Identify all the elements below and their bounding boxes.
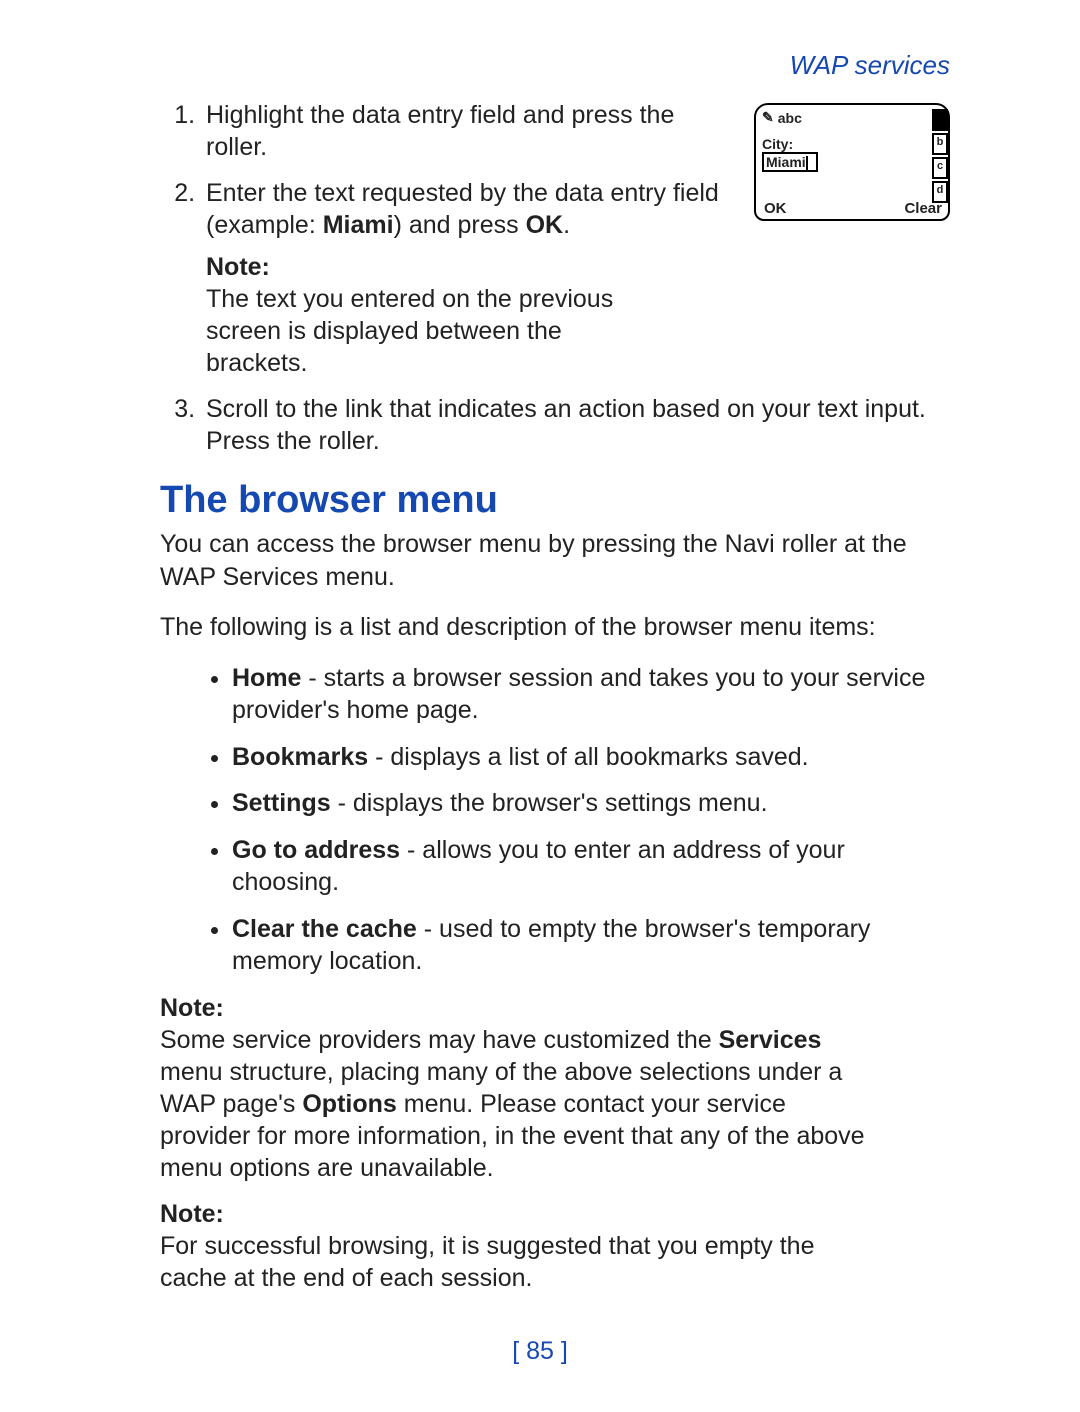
softkey-left: OK — [764, 200, 787, 217]
page-number: [ 85 ] — [0, 1337, 1080, 1366]
note-label: Note: — [206, 251, 276, 283]
note-label: Note: — [160, 1198, 230, 1230]
step-2-note: Note: The text you entered on the previo… — [206, 251, 736, 379]
menu-item-desc: - displays a list of all bookmarks saved… — [368, 743, 808, 771]
ordered-steps-continued: Scroll to the link that indicates an act… — [160, 393, 950, 457]
steps-column: Highlight the data entry field and press… — [160, 99, 736, 393]
menu-item-label: Home — [232, 664, 301, 692]
note-body: Some service providers may have customiz… — [160, 1024, 874, 1184]
menu-item-desc: - starts a browser session and takes you… — [232, 664, 925, 725]
input-mode-indicator: abc — [778, 110, 802, 126]
note-label: Note: — [160, 992, 230, 1024]
step-2-post: . — [563, 211, 570, 239]
menu-items-list: Home - starts a browser session and take… — [160, 662, 950, 978]
scroll-letter: d — [932, 181, 948, 203]
document-page: WAP services Highlight the data entry fi… — [0, 0, 1080, 1412]
menu-item-label: Bookmarks — [232, 743, 368, 771]
note2-pre: Some service providers may have customiz… — [160, 1026, 719, 1054]
pencil-icon: ✎ — [762, 109, 774, 126]
note-empty-cache: Note: For successful browsing, it is sug… — [160, 1198, 950, 1294]
phone-field-label: City: — [762, 136, 944, 152]
menu-item-label: Clear the cache — [232, 915, 417, 943]
phone-input-row: Miami — [762, 152, 944, 172]
phone-input-value: Miami — [766, 154, 806, 170]
phone-status-bar: ✎ abc — [762, 109, 944, 128]
text-cursor — [806, 156, 808, 170]
menu-item-label: Settings — [232, 789, 331, 817]
note2-bold-services: Services — [719, 1026, 822, 1054]
section-intro-1: You can access the browser menu by press… — [160, 528, 950, 593]
phone-text-input: Miami — [762, 152, 818, 172]
scroll-arrow-up-icon — [932, 109, 948, 131]
menu-item-desc: - displays the browser's settings menu. — [331, 789, 768, 817]
menu-item-go-to-address: Go to address - allows you to enter an a… — [232, 834, 950, 899]
menu-item-label: Go to address — [232, 836, 400, 864]
ordered-steps: Highlight the data entry field and press… — [160, 99, 736, 379]
section-intro-2: The following is a list and description … — [160, 611, 950, 644]
note-body: The text you entered on the previous scr… — [206, 283, 660, 379]
scroll-letter: b — [932, 133, 948, 155]
steps-and-figure-row: Highlight the data entry field and press… — [160, 99, 950, 393]
phone-scrollbar: b c d — [932, 109, 946, 203]
step-2-ok-bold: OK — [526, 211, 564, 239]
menu-item-home: Home - starts a browser session and take… — [232, 662, 950, 727]
step-2-example-bold: Miami — [323, 211, 394, 239]
section-title: The browser menu — [160, 479, 950, 522]
phone-frame: ✎ abc City: Miami b c d OK — [754, 103, 950, 221]
note-body: For successful browsing, it is suggested… — [160, 1230, 874, 1294]
phone-softkeys: OK Clear — [762, 198, 944, 219]
menu-item-settings: Settings - displays the browser's settin… — [232, 787, 950, 820]
step-3: Scroll to the link that indicates an act… — [202, 393, 950, 457]
step-2-mid: ) and press — [394, 211, 526, 239]
scroll-letter: c — [932, 157, 948, 179]
header-section-label: WAP services — [160, 50, 950, 81]
phone-screen-figure: ✎ abc City: Miami b c d OK — [754, 103, 950, 221]
note2-bold-options: Options — [302, 1090, 396, 1118]
step-1: Highlight the data entry field and press… — [202, 99, 736, 163]
note-services-menu: Note: Some service providers may have cu… — [160, 992, 950, 1184]
menu-item-clear-cache: Clear the cache - used to empty the brow… — [232, 913, 950, 978]
step-2: Enter the text requested by the data ent… — [202, 177, 736, 379]
menu-item-bookmarks: Bookmarks - displays a list of all bookm… — [232, 741, 950, 774]
